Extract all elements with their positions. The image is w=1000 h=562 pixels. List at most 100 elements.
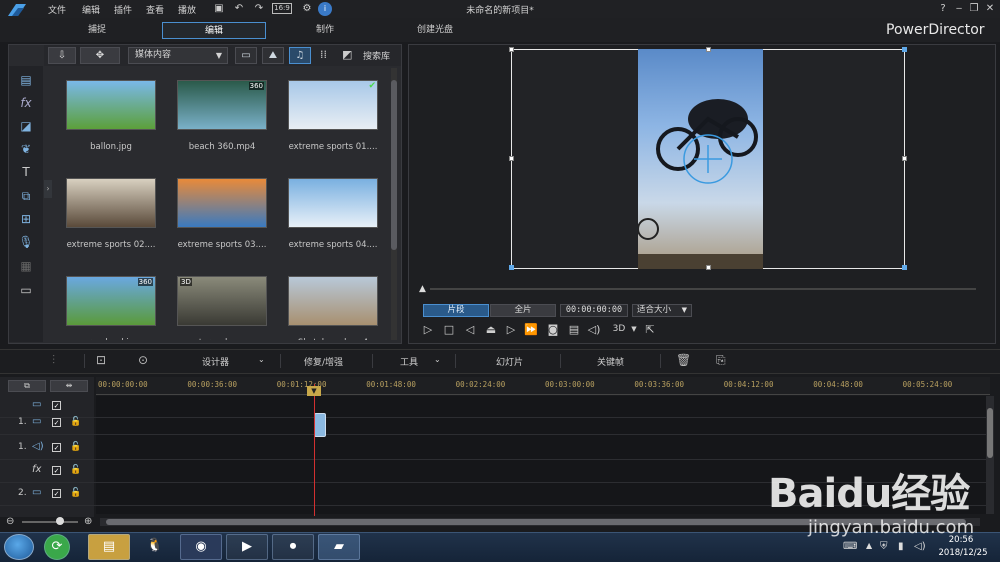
record-icon[interactable]: ⏺ bbox=[272, 534, 314, 560]
file-explorer-icon[interactable]: ▤ bbox=[88, 534, 130, 560]
plugins-button[interactable]: ✥ bbox=[80, 47, 120, 64]
timeline-zoom-knob[interactable] bbox=[56, 517, 64, 525]
more-options-icon[interactable]: ⊙ bbox=[138, 353, 148, 367]
qq-icon[interactable]: 🐧 bbox=[134, 534, 176, 560]
media-thumbnail[interactable]: 360 bbox=[66, 276, 156, 326]
restore-icon[interactable]: ❐ bbox=[967, 2, 981, 16]
zoom-fit-select[interactable]: 适合大小 ▼ bbox=[632, 304, 692, 317]
slideshow-button[interactable]: 幻灯片 bbox=[496, 355, 523, 368]
subtitle-room-icon[interactable]: ▭ bbox=[17, 282, 35, 298]
track-lock-icon[interactable]: 🔓 bbox=[70, 417, 81, 427]
playhead[interactable] bbox=[314, 384, 315, 516]
chapter-room-icon[interactable]: ▦ bbox=[17, 258, 35, 274]
tools-button[interactable]: 工具 bbox=[400, 355, 418, 368]
media-thumbnail[interactable] bbox=[288, 178, 378, 228]
next-frame-icon[interactable]: ▷ bbox=[503, 322, 519, 337]
minimize-icon[interactable]: ‒ bbox=[952, 2, 966, 16]
keyframe-button[interactable]: 关键帧 bbox=[597, 355, 624, 368]
preview-video-frame[interactable] bbox=[638, 49, 763, 269]
split-icon[interactable]: ⏏ bbox=[483, 322, 499, 337]
zoom-in-icon[interactable]: ⊕ bbox=[84, 516, 92, 527]
track-manager-icon[interactable]: ⫶ bbox=[52, 353, 55, 368]
resize-handle-bc[interactable] bbox=[706, 265, 711, 270]
media-room-icon[interactable]: ▤ bbox=[17, 72, 35, 88]
track-lock-icon[interactable]: 🔓 bbox=[70, 465, 81, 475]
play-icon[interactable]: ▷ bbox=[420, 322, 436, 337]
notification-icon[interactable]: i bbox=[318, 2, 332, 16]
firefox-icon[interactable]: ◉ bbox=[180, 534, 222, 560]
save-icon[interactable]: ▣ bbox=[212, 2, 226, 16]
track-enable-checkbox[interactable]: ✓ bbox=[52, 418, 61, 427]
chevron-down-icon[interactable]: ⌄ bbox=[258, 355, 265, 364]
tab-produce[interactable]: 制作 bbox=[290, 22, 360, 39]
media-thumbnail[interactable]: 3D bbox=[177, 276, 267, 326]
fit-timeline-button[interactable]: ⇹ bbox=[50, 380, 88, 392]
zoom-out-icon[interactable]: ⊖ bbox=[6, 516, 14, 527]
library-scrollbar-thumb[interactable] bbox=[391, 80, 397, 250]
menu-view[interactable]: 查看 bbox=[146, 3, 164, 16]
movie-mode-button[interactable]: 全片 bbox=[490, 304, 556, 317]
transition-room-icon[interactable]: ⧉ bbox=[17, 188, 35, 204]
timeline-view-button[interactable]: ⧉ bbox=[8, 380, 46, 392]
media-thumbnail[interactable] bbox=[177, 178, 267, 228]
redo-icon[interactable]: ↷ bbox=[252, 2, 266, 16]
pip-room-icon[interactable]: ◪ bbox=[17, 118, 35, 134]
resize-handle-bl[interactable] bbox=[509, 265, 514, 270]
tab-edit[interactable]: 编辑 bbox=[162, 22, 266, 39]
voice-over-icon[interactable]: 🎙 bbox=[17, 234, 35, 250]
media-thumbnail[interactable]: ✔ bbox=[288, 80, 378, 130]
timeline-clip[interactable] bbox=[314, 413, 326, 437]
media-item[interactable]: 3D motorcycles.mpo bbox=[177, 276, 267, 340]
media-thumbnail[interactable]: 360 bbox=[177, 80, 267, 130]
menu-plugins[interactable]: 插件 bbox=[114, 3, 132, 16]
resize-handle-tr[interactable] bbox=[902, 47, 907, 52]
undo-icon[interactable]: ↶ bbox=[232, 2, 246, 16]
track-row[interactable] bbox=[0, 413, 994, 435]
stop-icon[interactable]: □ bbox=[441, 322, 457, 337]
close-icon[interactable]: ✕ bbox=[983, 2, 997, 16]
media-item[interactable]: extreme sports 03.... bbox=[177, 178, 267, 250]
track-lock-icon[interactable]: 🔓 bbox=[70, 442, 81, 452]
playhead-handle-icon[interactable]: ▼ bbox=[307, 386, 321, 396]
start-button[interactable] bbox=[4, 534, 34, 560]
volume-icon[interactable]: ◁) bbox=[586, 322, 602, 337]
preview-seek-bar[interactable] bbox=[430, 288, 976, 290]
media-item[interactable]: 360 grassland.jpg bbox=[66, 276, 156, 340]
undock-preview-icon[interactable]: ⇱ bbox=[642, 322, 658, 337]
menu-playback[interactable]: 播放 bbox=[178, 3, 196, 16]
filter-audio-icon[interactable]: ♫ bbox=[289, 47, 311, 64]
seek-knob-icon[interactable]: ▲ bbox=[419, 284, 426, 294]
help-icon[interactable]: ? bbox=[936, 2, 950, 16]
library-scrollbar[interactable] bbox=[391, 68, 397, 340]
media-item[interactable]: ✔ extreme sports 01.... bbox=[288, 80, 378, 152]
filter-video-icon[interactable]: ▭ bbox=[235, 47, 257, 64]
menu-edit[interactable]: 编辑 bbox=[82, 3, 100, 16]
media-content-select[interactable]: 媒体内容 ▼ bbox=[128, 47, 228, 64]
resize-handle-mr[interactable] bbox=[902, 156, 907, 161]
app-360-icon[interactable]: ⟳ bbox=[44, 534, 70, 560]
timeline-zoom-slider[interactable] bbox=[22, 521, 78, 523]
track-enable-checkbox[interactable]: ✓ bbox=[52, 466, 61, 475]
tab-create-disc[interactable]: 创建光盘 bbox=[400, 22, 470, 39]
audio-mixing-icon[interactable]: ⊞ bbox=[17, 211, 35, 227]
trash-icon[interactable]: 🗑 bbox=[676, 353, 691, 367]
resize-handle-tc[interactable] bbox=[706, 47, 711, 52]
clock-date[interactable]: 2018/12/25 bbox=[936, 548, 990, 558]
designer-button[interactable]: 设计器 bbox=[202, 355, 229, 368]
media-item[interactable]: extreme sports 04.... bbox=[288, 178, 378, 250]
timeline-vertical-scrollbar-thumb[interactable] bbox=[987, 408, 993, 458]
clip-mode-button[interactable]: 片段 bbox=[423, 304, 489, 317]
filter-image-icon[interactable]: ⛰ bbox=[262, 47, 284, 64]
powerdirector-taskbar-icon[interactable]: ▰ bbox=[318, 534, 360, 560]
track-enable-checkbox[interactable]: ✓ bbox=[52, 443, 61, 452]
menu-file[interactable]: 文件 bbox=[48, 3, 66, 16]
media-thumbnail[interactable] bbox=[66, 80, 156, 130]
effect-room-icon[interactable]: fx bbox=[17, 95, 35, 111]
particle-room-icon[interactable]: ❦ bbox=[17, 141, 35, 157]
aspect-ratio-icon[interactable]: 16:9 bbox=[272, 3, 292, 14]
track-lock-icon[interactable]: 🔓 bbox=[70, 488, 81, 498]
subtitle-toggle-icon[interactable]: ▤ bbox=[566, 322, 582, 337]
fast-forward-icon[interactable]: ⏩ bbox=[523, 322, 539, 337]
previous-frame-icon[interactable]: ◁ bbox=[462, 322, 478, 337]
expand-panel-icon[interactable]: › bbox=[44, 180, 52, 198]
